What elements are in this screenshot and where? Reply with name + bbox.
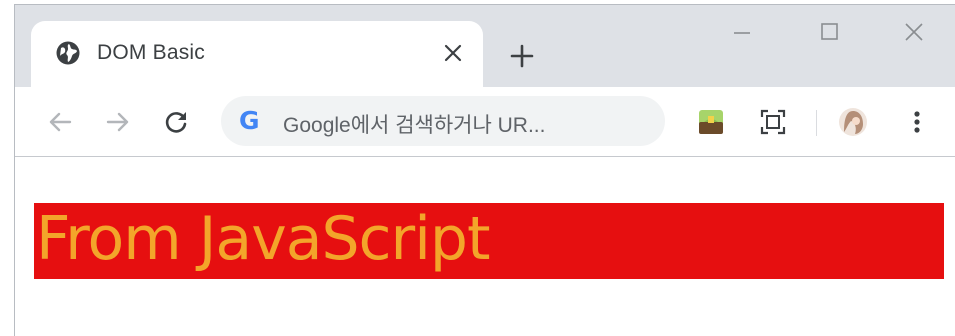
extension-icon[interactable] bbox=[695, 106, 727, 138]
close-window-icon[interactable] bbox=[901, 19, 927, 45]
new-tab-icon[interactable] bbox=[509, 43, 535, 69]
screenshot-frame-icon[interactable] bbox=[757, 106, 789, 138]
tab-title: DOM Basic bbox=[97, 41, 205, 64]
forward-arrow-icon[interactable] bbox=[103, 107, 133, 137]
page-content: From JavaScript bbox=[15, 157, 955, 336]
back-arrow-icon[interactable] bbox=[45, 107, 75, 137]
js-message-box: From JavaScript bbox=[34, 203, 944, 279]
menu-kebab-icon[interactable] bbox=[901, 106, 933, 138]
minimize-icon[interactable] bbox=[729, 19, 755, 45]
reload-icon[interactable] bbox=[161, 107, 191, 137]
globe-icon bbox=[56, 41, 80, 65]
tab-strip: DOM Basic bbox=[15, 5, 955, 87]
omnibox[interactable]: G Google에서 검색하거나 UR... bbox=[221, 96, 665, 146]
omnibox-input[interactable]: Google에서 검색하거나 UR... bbox=[283, 109, 545, 139]
js-message-text: From JavaScript bbox=[36, 204, 490, 274]
browser-window: DOM Basic G Google에서 검색하거나 UR... From Ja… bbox=[14, 4, 955, 336]
toolbar-divider bbox=[816, 110, 817, 136]
maximize-icon[interactable] bbox=[817, 19, 843, 45]
google-g-icon: G bbox=[239, 106, 260, 135]
browser-toolbar: G Google에서 검색하거나 UR... bbox=[15, 87, 955, 157]
tab-dom-basic[interactable]: DOM Basic bbox=[31, 21, 483, 87]
tab-close-icon[interactable] bbox=[441, 41, 465, 65]
profile-avatar-icon[interactable] bbox=[837, 106, 869, 138]
